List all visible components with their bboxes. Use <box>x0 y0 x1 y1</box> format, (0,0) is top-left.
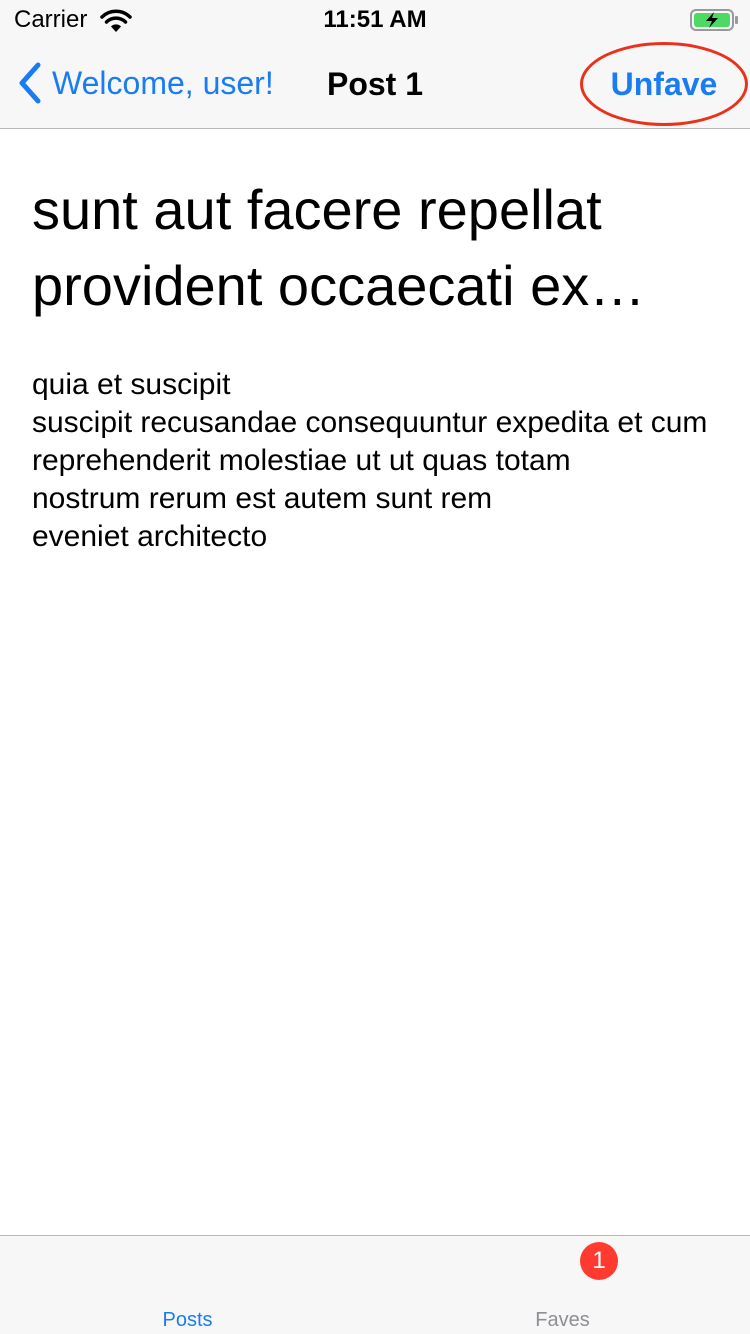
post-body: quia et suscipit suscipit recusandae con… <box>32 368 708 553</box>
tab-faves[interactable]: 1 Faves <box>375 1236 750 1334</box>
unfave-button[interactable]: Unfave <box>580 42 748 126</box>
chevron-left-icon <box>19 62 41 104</box>
back-button[interactable]: Welcome, user! <box>14 60 274 106</box>
faves-count-badge: 1 <box>580 1242 618 1280</box>
tab-bar: Posts 1 Faves <box>0 1235 750 1334</box>
clock: 11:51 AM <box>323 6 427 33</box>
battery-charging-icon <box>690 9 738 31</box>
back-button-label: Welcome, user! <box>52 65 274 101</box>
status-bar: Carrier 11:51 AM <box>0 0 750 40</box>
post-content: sunt aut facere repellat provident occae… <box>0 130 750 1235</box>
tab-posts[interactable]: Posts <box>0 1236 375 1334</box>
unfave-button-label: Unfave <box>610 65 718 102</box>
post-title: sunt aut facere repellat provident occae… <box>32 178 646 317</box>
tab-faves-label: Faves <box>535 1309 590 1331</box>
tab-posts-label: Posts <box>162 1309 213 1331</box>
navigation-bar: Welcome, user! Post 1 Unfave <box>0 40 750 129</box>
